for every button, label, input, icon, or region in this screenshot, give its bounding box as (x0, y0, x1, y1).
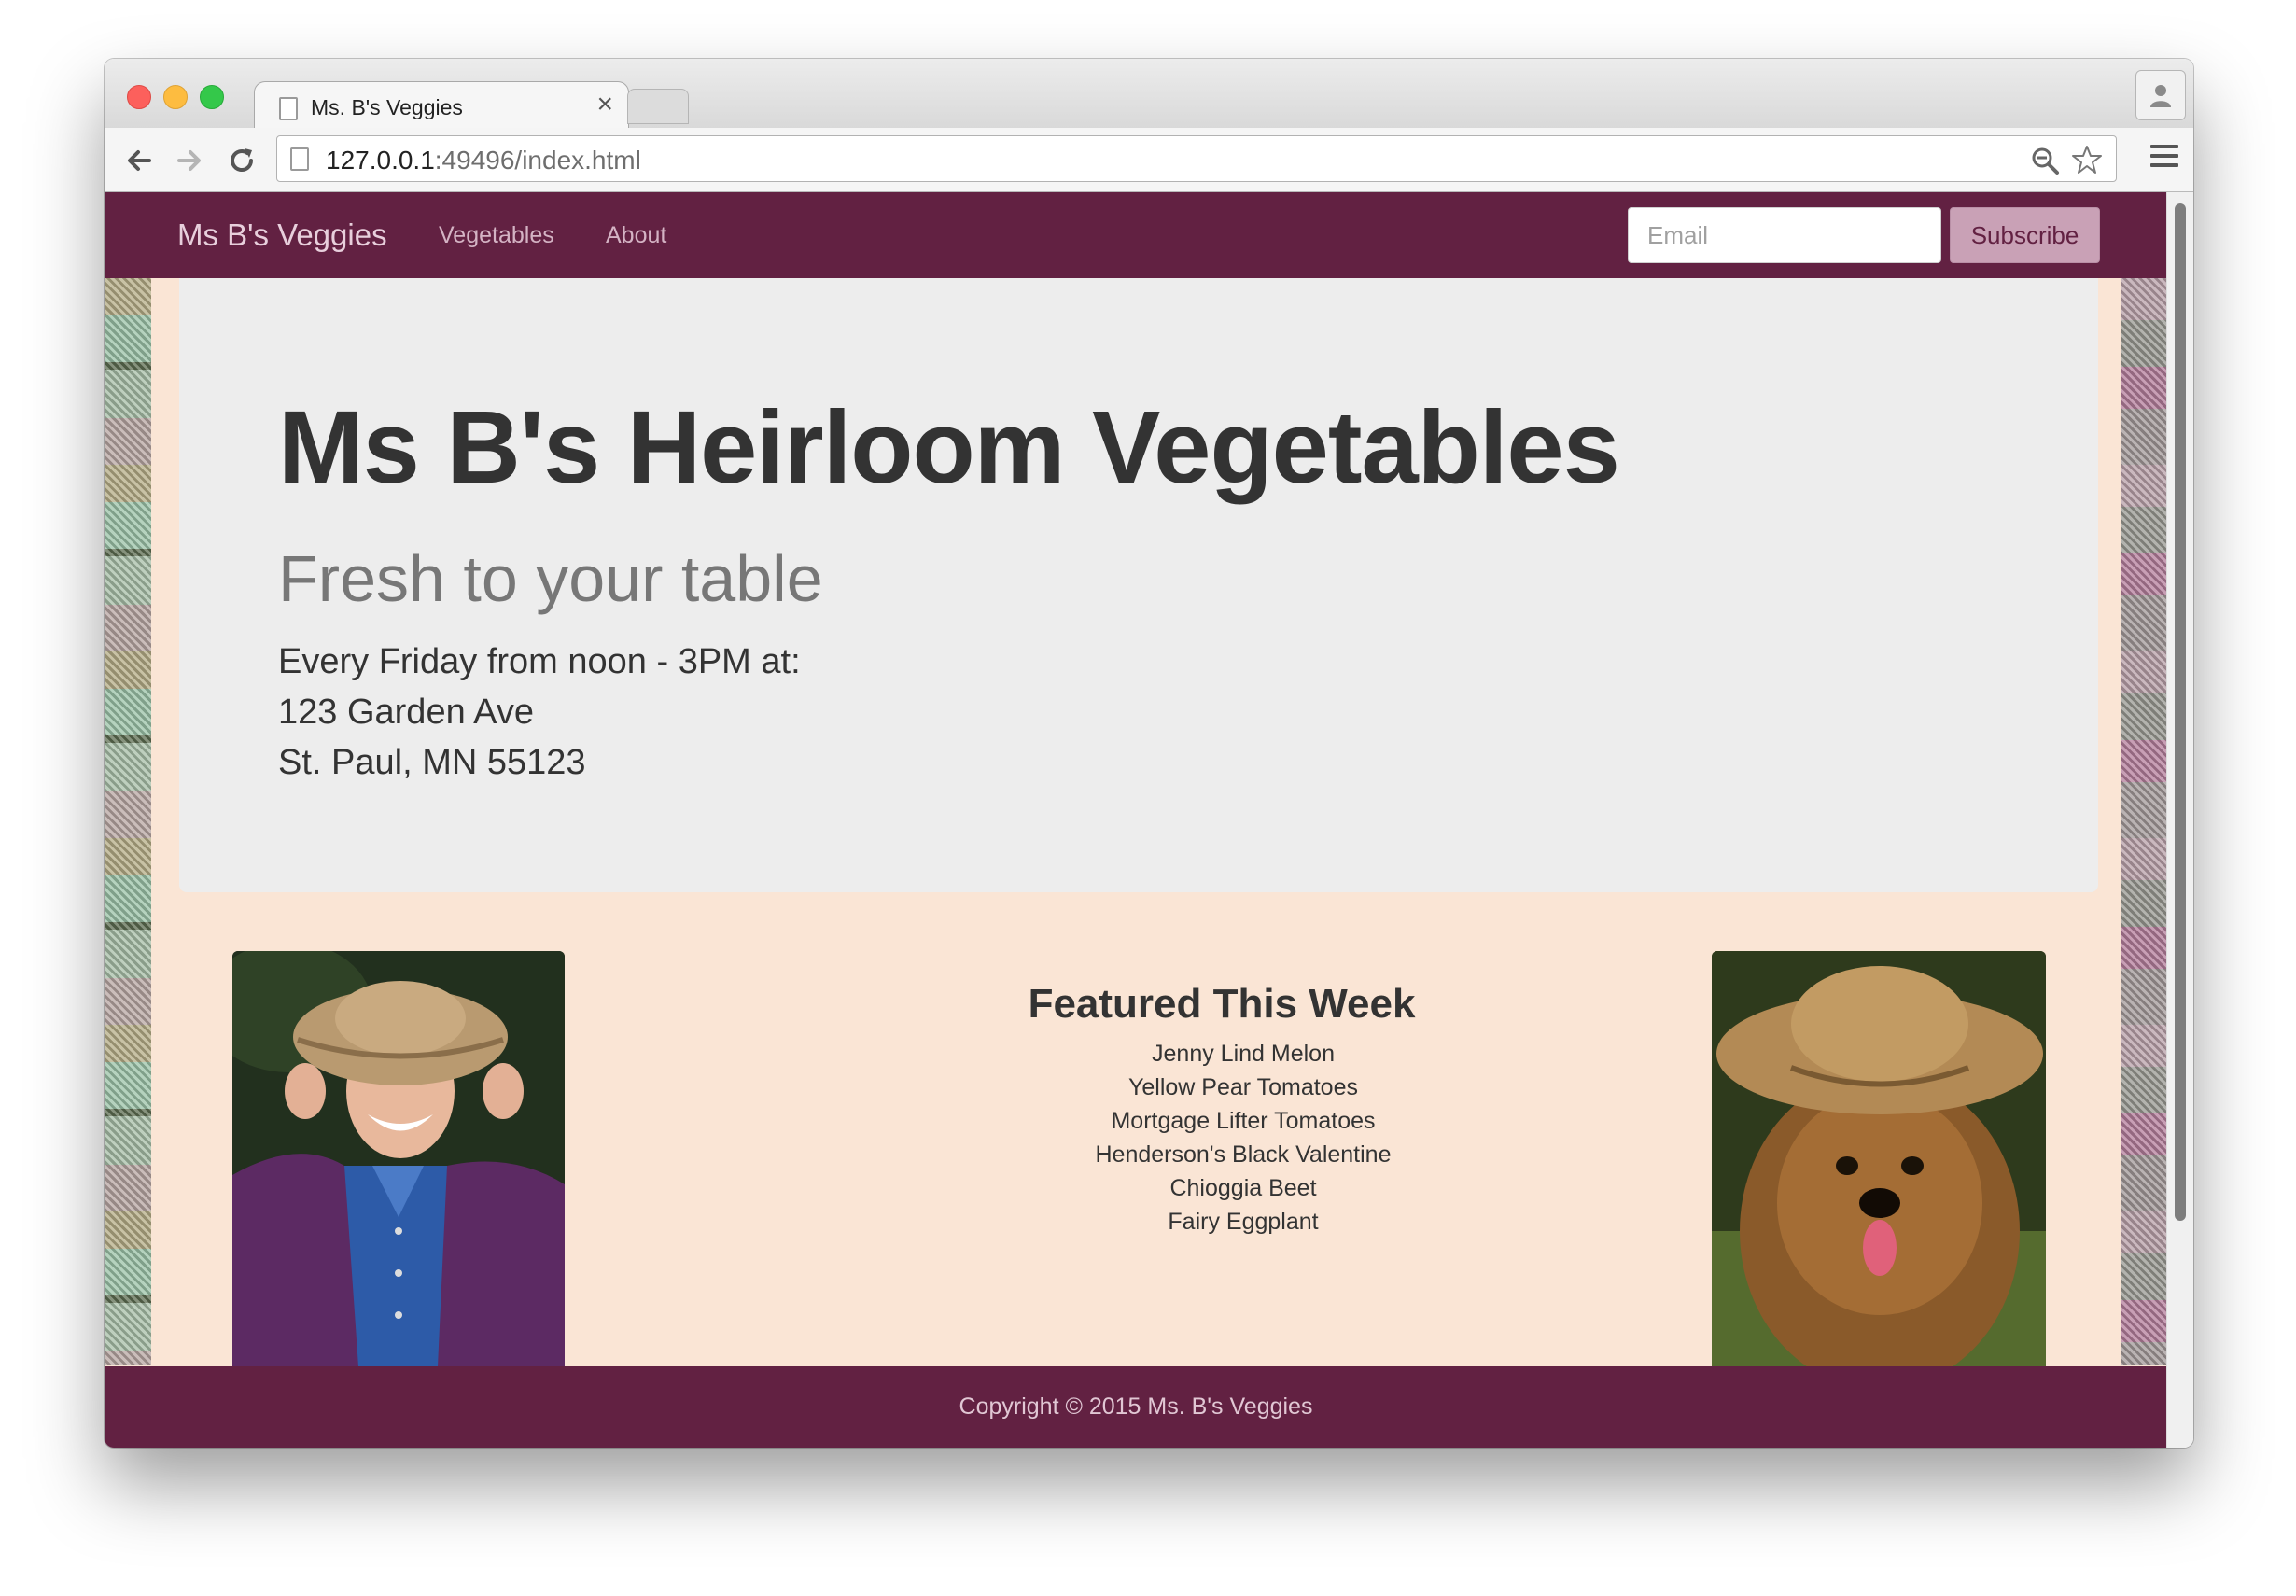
featured-item: Henderson's Black Valentine (1095, 1141, 1392, 1168)
browser-window: Ms. B's Veggies × 127.0.0.1:49496/index.… (105, 59, 2193, 1448)
photo-woman-in-hat (232, 951, 565, 1366)
site-footer: Copyright © 2015 Ms. B's Veggies (105, 1366, 2167, 1448)
featured-item: Fairy Eggplant (1168, 1209, 1319, 1235)
copyright-text: Copyright © 2015 Ms. B's Veggies (959, 1393, 1313, 1420)
featured-title: Featured This Week (1028, 981, 1416, 1027)
profile-icon (2150, 85, 2171, 107)
zoom-window-button[interactable] (200, 85, 224, 109)
bookmark-star-icon[interactable] (2071, 144, 2103, 175)
address-line-2: St. Paul, MN 55123 (278, 743, 586, 782)
tab-active[interactable]: Ms. B's Veggies × (254, 81, 629, 131)
jumbotron: Ms B's Heirloom Vegetables Fresh to your… (179, 278, 2098, 892)
plaid-background-left (105, 278, 151, 1365)
page-icon (279, 97, 298, 120)
brand-link[interactable]: Ms B's Veggies (177, 217, 387, 253)
plaid-background-right (2121, 278, 2167, 1365)
forward-arrow-icon[interactable] (172, 143, 207, 178)
tab-title: Ms. B's Veggies (311, 95, 463, 119)
nav-link-about[interactable]: About (606, 222, 666, 249)
featured-item: Jenny Lind Melon (1152, 1041, 1335, 1067)
close-window-button[interactable] (127, 85, 151, 109)
site-navbar: Ms B's Veggies Vegetables About Subscrib… (105, 192, 2167, 278)
minimize-window-button[interactable] (163, 85, 188, 109)
featured-item: Yellow Pear Tomatoes (1128, 1074, 1358, 1100)
nav-link-vegetables[interactable]: Vegetables (439, 222, 554, 249)
tab-close-icon[interactable]: × (596, 89, 613, 119)
subscribe-button[interactable]: Subscribe (1950, 207, 2100, 263)
zoom-icon[interactable] (2030, 146, 2060, 175)
featured-item: Mortgage Lifter Tomatoes (1111, 1108, 1376, 1134)
back-arrow-icon[interactable] (121, 143, 157, 178)
address-bar[interactable]: 127.0.0.1:49496/index.html (276, 135, 2117, 182)
new-tab-button[interactable] (627, 89, 689, 124)
profile-button[interactable] (2135, 70, 2186, 120)
page-subtitle: Fresh to your table (278, 542, 823, 615)
page-icon (290, 147, 309, 171)
address-line-1: 123 Garden Ave (278, 693, 534, 732)
browser-toolbar: 127.0.0.1:49496/index.html (105, 128, 2193, 192)
scrollbar-thumb[interactable] (2175, 203, 2186, 1221)
url-text: 127.0.0.1:49496/index.html (326, 146, 641, 175)
market-info: Every Friday from noon - 3PM at: 123 Gar… (278, 637, 801, 788)
featured-section: Featured This Week Jenny Lind Melon Yell… (870, 981, 1617, 1239)
photo-dog-in-hat (1712, 951, 2046, 1366)
reload-icon[interactable] (224, 143, 259, 178)
schedule-text: Every Friday from noon - 3PM at: (278, 642, 801, 681)
featured-item: Chioggia Beet (1169, 1175, 1317, 1201)
title-bar: Ms. B's Veggies × (105, 59, 2193, 131)
page-viewport: Ms B's Veggies Vegetables About Subscrib… (105, 192, 2167, 1448)
menu-icon[interactable] (2150, 145, 2178, 173)
email-input[interactable] (1628, 207, 1941, 263)
scrollbar[interactable] (2166, 192, 2193, 1448)
page-title: Ms B's Heirloom Vegetables (278, 390, 1620, 505)
